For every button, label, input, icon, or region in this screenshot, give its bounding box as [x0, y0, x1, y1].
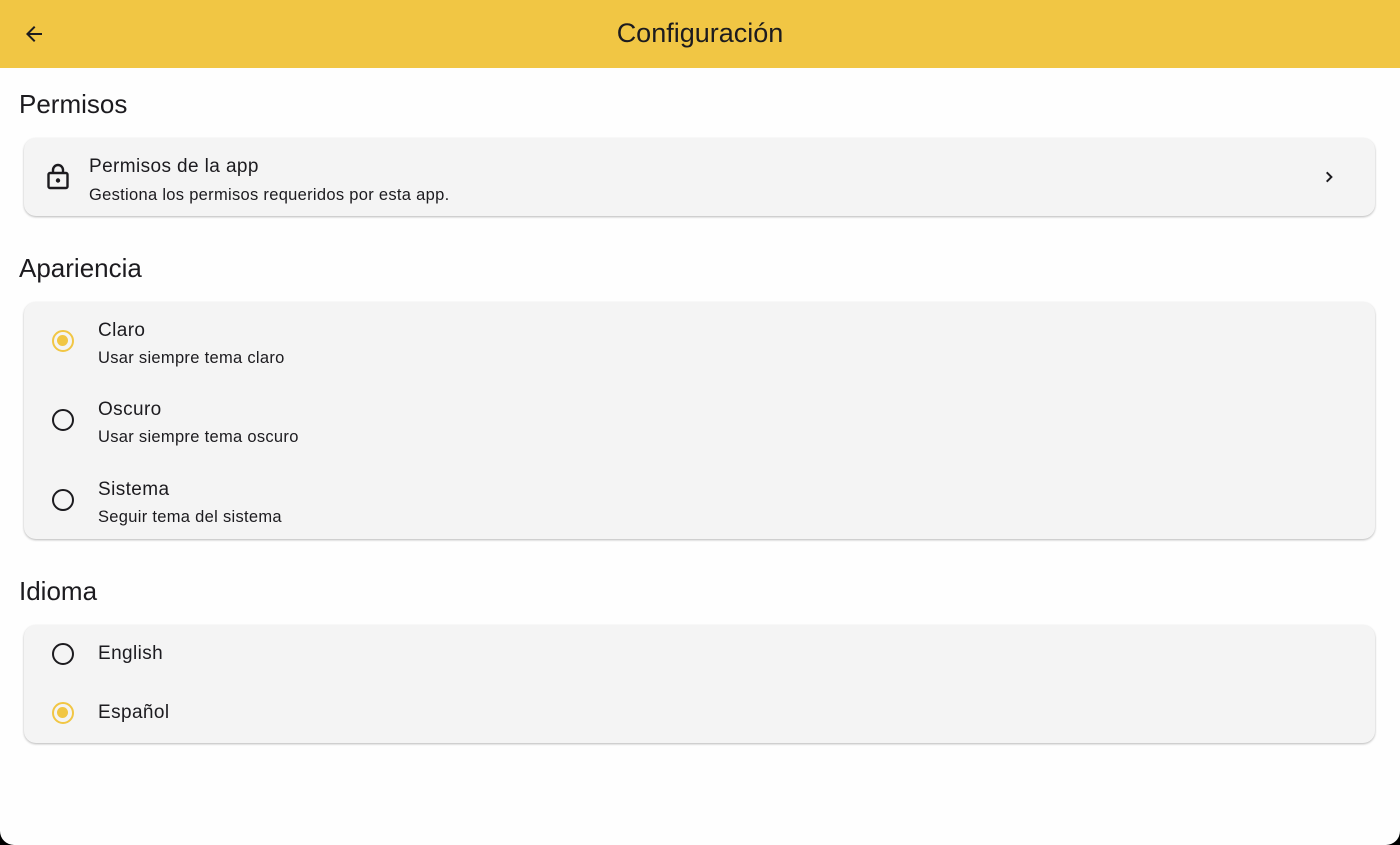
radio-theme-light[interactable]	[52, 330, 74, 352]
appearance-card: Claro Usar siempre tema claro Oscuro Usa…	[24, 302, 1375, 539]
chevron-right-icon	[1326, 171, 1333, 183]
language-option-english[interactable]: English	[24, 625, 1375, 684]
theme-option-title: Sistema	[98, 479, 170, 500]
section-title-appearance: Apariencia	[19, 253, 142, 283]
page-title: Configuración	[616, 18, 784, 48]
theme-option-subtitle: Seguir tema del sistema	[98, 508, 282, 526]
app-bar: Configuración	[0, 0, 1400, 68]
radio-language-spanish[interactable]	[52, 702, 74, 724]
section-title-permissions: Permisos	[19, 89, 128, 119]
theme-option-light[interactable]: Claro Usar siempre tema claro	[24, 302, 1375, 381]
theme-option-subtitle: Usar siempre tema claro	[98, 349, 285, 367]
radio-theme-dark[interactable]	[52, 409, 74, 431]
theme-option-dark[interactable]: Oscuro Usar siempre tema oscuro	[24, 381, 1375, 460]
language-option-label: Español	[98, 702, 170, 723]
permissions-card: Permisos de la app Gestiona los permisos…	[24, 138, 1375, 216]
language-card: English Español	[24, 625, 1375, 743]
theme-option-subtitle: Usar siempre tema oscuro	[98, 428, 299, 446]
theme-option-title: Claro	[98, 320, 146, 341]
app-permissions-item[interactable]: Permisos de la app Gestiona los permisos…	[24, 138, 1375, 216]
theme-option-title: Oscuro	[98, 399, 162, 420]
app-permissions-subtitle: Gestiona los permisos requeridos por est…	[89, 186, 450, 204]
radio-theme-system[interactable]	[52, 489, 74, 511]
section-title-language: Idioma	[19, 576, 98, 606]
language-option-label: English	[98, 643, 164, 664]
radio-language-english[interactable]	[52, 643, 74, 665]
lock-icon	[47, 163, 69, 190]
app-permissions-title: Permisos de la app	[89, 156, 259, 177]
theme-option-system[interactable]: Sistema Seguir tema del sistema	[24, 460, 1375, 539]
settings-screen: Configuración Permisos Permisos de la ap…	[0, 0, 1400, 845]
language-option-spanish[interactable]: Español	[24, 684, 1375, 743]
